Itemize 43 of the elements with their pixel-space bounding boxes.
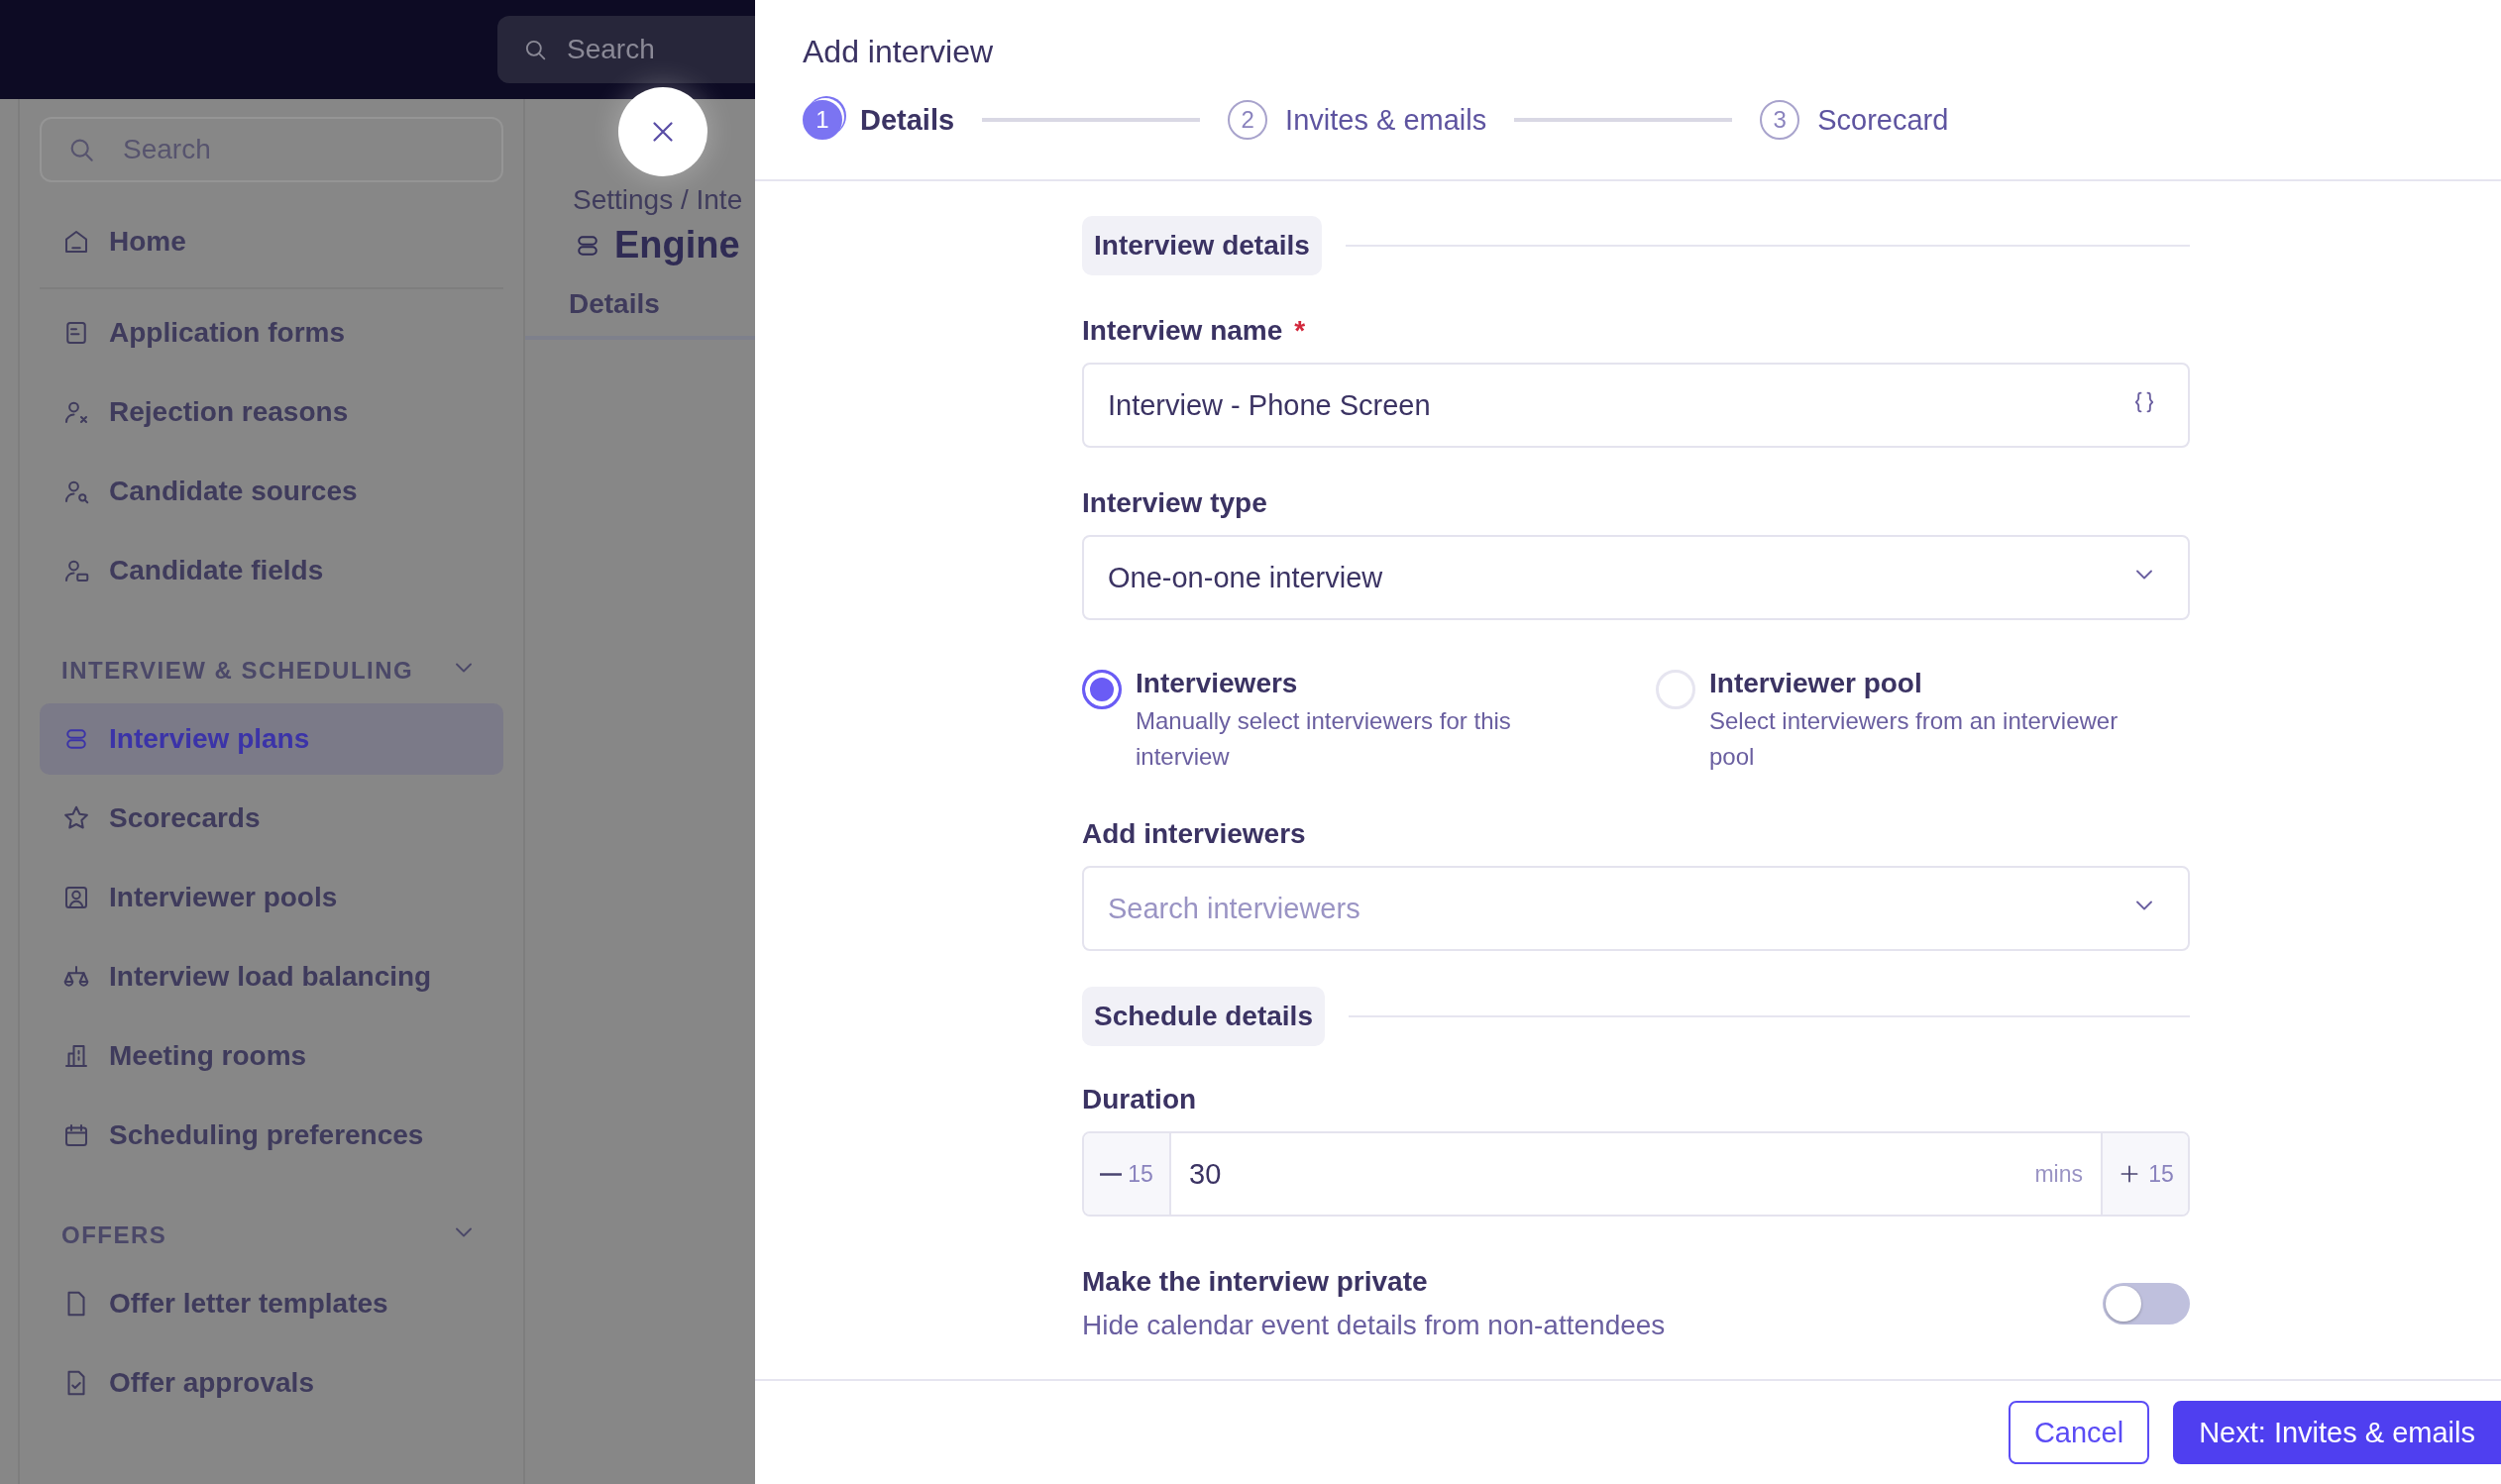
- setting-description: Hide calendar event details from non-attendees: [1082, 1310, 1666, 1341]
- page-title: Engine: [614, 224, 740, 266]
- option-description: Manually select interviewers for this interview: [1136, 706, 1512, 772]
- sidebar-item[interactable]: Offer approvals: [40, 1347, 503, 1419]
- sidebar-item[interactable]: Home: [40, 206, 503, 277]
- breadcrumb: Settings / Inte: [573, 184, 744, 216]
- step[interactable]: 3 Scorecard: [1760, 100, 1949, 140]
- field-label: Add interviewers: [1082, 818, 1307, 850]
- field-label: Interview name: [1082, 315, 1283, 346]
- toggle-switch[interactable]: [2103, 1283, 2190, 1325]
- setting-title: Make the interview private: [1082, 1266, 1429, 1298]
- sidebar-item[interactable]: Interviewer pools: [40, 862, 503, 933]
- tab[interactable]: Details: [569, 280, 660, 336]
- sidebar-item[interactable]: Application forms: [40, 297, 503, 369]
- sidebar-item[interactable]: Rejection reasons: [40, 376, 503, 448]
- sidebar-item[interactable]: Interview load balancing: [40, 941, 503, 1012]
- step[interactable]: 2 Invites & emails: [1228, 100, 1487, 140]
- sidebar-item[interactable]: Meeting rooms: [40, 1020, 503, 1092]
- next-button[interactable]: Next: Invites & emails: [2173, 1401, 2501, 1464]
- interviewers-select[interactable]: Search interviewers: [1082, 866, 2190, 951]
- step[interactable]: 1 Details: [803, 100, 955, 140]
- interview-type-select[interactable]: One-on-one interview: [1082, 535, 2190, 620]
- option-description: Select interviewers from an interviewer pool: [1709, 706, 2120, 772]
- field-label: Interview type: [1082, 487, 1268, 519]
- required-mark: *: [1294, 315, 1306, 346]
- radio-button[interactable]: [1082, 670, 1122, 709]
- section-heading: Interview details: [1082, 216, 1322, 275]
- sidebar-item[interactable]: Scheduling preferences: [40, 1100, 503, 1171]
- interview-name-field[interactable]: Interview - Phone Screen: [1082, 363, 2190, 448]
- section-heading: INTERVIEW & SCHEDULING: [61, 657, 414, 685]
- sidebar-item[interactable]: Candidate fields: [40, 535, 503, 606]
- search-field[interactable]: Search: [497, 16, 755, 83]
- sidebar-item[interactable]: Candidate sources: [40, 456, 503, 527]
- dialog-title: Add interview: [803, 34, 995, 70]
- option-title: Interviewers: [1136, 668, 1299, 699]
- sidebar-item[interactable]: Scorecards: [40, 783, 503, 854]
- section-heading: OFFERS: [61, 1221, 167, 1249]
- cancel-button[interactable]: Cancel: [2008, 1401, 2150, 1464]
- sidebar-item[interactable]: Offer letter templates: [40, 1268, 503, 1339]
- section-heading: Schedule details: [1082, 987, 1325, 1046]
- field-label: Duration: [1082, 1084, 1198, 1115]
- option-title: Interviewer pool: [1709, 668, 1923, 699]
- sidebar-item[interactable]: Interview plans: [40, 703, 503, 775]
